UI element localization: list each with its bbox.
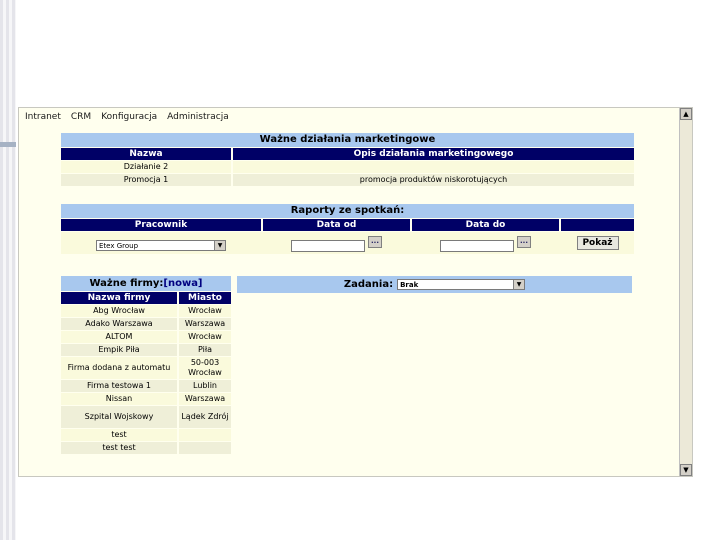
col-nazwa-firmy: Nazwa firmy bbox=[61, 292, 177, 304]
firm-city bbox=[179, 429, 231, 441]
vertical-scrollbar[interactable]: ▲ ▼ bbox=[679, 108, 692, 476]
table-cell: promocja produktów niskorotujących bbox=[233, 174, 634, 186]
menu-item-intranet[interactable]: Intranet bbox=[25, 112, 61, 122]
tasks-section: Zadania: Brak ▼ bbox=[237, 276, 632, 293]
show-cell: Pokaż bbox=[561, 236, 634, 250]
firm-name[interactable]: Nissan bbox=[61, 393, 177, 405]
date-to-picker-button[interactable]: ... bbox=[517, 236, 531, 248]
tasks-select-value: Brak bbox=[400, 281, 419, 289]
menu-item-konfiguracja[interactable]: Konfiguracja bbox=[101, 112, 157, 122]
tasks-label: Zadania: bbox=[343, 279, 394, 290]
table-row[interactable]: Abg Wrocław Wrocław bbox=[61, 305, 231, 317]
scroll-up-icon[interactable]: ▲ bbox=[680, 108, 692, 120]
col-data-do: Data do bbox=[412, 219, 559, 231]
firm-city: Piła bbox=[179, 344, 231, 356]
chevron-down-icon: ▼ bbox=[214, 240, 225, 250]
tasks-select[interactable]: Brak ▼ bbox=[397, 279, 526, 290]
col-opis: Opis działania marketingowego bbox=[233, 148, 634, 160]
table-cell bbox=[233, 161, 634, 173]
table-row[interactable]: Empik Piła Piła bbox=[61, 344, 231, 356]
firm-name[interactable]: Adako Warszawa bbox=[61, 318, 177, 330]
table-row[interactable]: Adako Warszawa Warszawa bbox=[61, 318, 231, 330]
col-data-od: Data od bbox=[263, 219, 410, 231]
firm-name[interactable]: Szpital Wojskowy bbox=[61, 406, 177, 428]
table-row[interactable]: Szpital Wojskowy Lądek Zdrój bbox=[61, 406, 231, 428]
firm-city: Lublin bbox=[179, 380, 231, 392]
firm-name[interactable]: Firma dodana z automatu bbox=[61, 357, 177, 379]
employee-cell: Etex Group ▼ bbox=[61, 236, 261, 251]
scroll-down-icon[interactable]: ▼ bbox=[680, 464, 692, 476]
firm-name[interactable]: Firma testowa 1 bbox=[61, 380, 177, 392]
firms-section: Ważne firmy:[nowa] Nazwa firmy Miasto Ab… bbox=[61, 276, 231, 454]
marketing-title: Ważne działania marketingowe bbox=[61, 133, 634, 147]
firms-title: Ważne firmy: bbox=[89, 278, 164, 289]
date-from-picker-button[interactable]: ... bbox=[368, 236, 382, 248]
firm-city: Wrocław bbox=[179, 305, 231, 317]
show-button[interactable]: Pokaż bbox=[576, 236, 619, 250]
firm-name[interactable]: Abg Wrocław bbox=[61, 305, 177, 317]
firm-city: Lądek Zdrój bbox=[179, 406, 231, 428]
firm-city: Warszawa bbox=[179, 393, 231, 405]
firm-name[interactable]: test bbox=[61, 429, 177, 441]
col-nazwa: Nazwa bbox=[61, 148, 231, 160]
reports-title: Raporty ze spotkań: bbox=[61, 204, 634, 218]
table-cell[interactable]: Promocja 1 bbox=[61, 174, 231, 186]
new-firm-link[interactable]: [nowa] bbox=[163, 278, 202, 289]
top-menu: Intranet CRM Konfiguracja Administracja bbox=[25, 112, 229, 122]
table-row[interactable]: test test bbox=[61, 442, 231, 454]
reports-section: Raporty ze spotkań: Pracownik Data od Da… bbox=[61, 204, 634, 254]
table-cell[interactable]: Działanie 2 bbox=[61, 161, 231, 173]
date-from-cell: ... bbox=[263, 234, 410, 252]
table-row[interactable]: ALTOM Wrocław bbox=[61, 331, 231, 343]
col-miasto: Miasto bbox=[179, 292, 231, 304]
date-to-input[interactable] bbox=[440, 240, 514, 252]
decorative-bar bbox=[0, 142, 16, 147]
firms-header: Ważne firmy:[nowa] bbox=[61, 276, 231, 291]
firm-city: 50-003 Wrocław bbox=[179, 357, 231, 379]
chevron-down-icon: ▼ bbox=[513, 280, 525, 289]
marketing-section: Ważne działania marketingowe Nazwa Opis … bbox=[61, 133, 634, 186]
firm-name[interactable]: ALTOM bbox=[61, 331, 177, 343]
date-to-cell: ... bbox=[412, 234, 559, 252]
decorative-stripes bbox=[0, 0, 16, 540]
firm-city: Warszawa bbox=[179, 318, 231, 330]
menu-item-administracja[interactable]: Administracja bbox=[167, 112, 229, 122]
table-row[interactable]: test bbox=[61, 429, 231, 441]
table-row[interactable]: Nissan Warszawa bbox=[61, 393, 231, 405]
col-pracownik: Pracownik bbox=[61, 219, 261, 231]
firm-city bbox=[179, 442, 231, 454]
col-empty bbox=[561, 219, 634, 231]
employee-select-value: Etex Group bbox=[99, 241, 139, 250]
firm-name[interactable]: test test bbox=[61, 442, 177, 454]
firm-name[interactable]: Empik Piła bbox=[61, 344, 177, 356]
employee-select[interactable]: Etex Group ▼ bbox=[96, 239, 226, 251]
table-row[interactable]: Firma dodana z automatu 50-003 Wrocław bbox=[61, 357, 231, 379]
tasks-header: Zadania: Brak ▼ bbox=[237, 276, 632, 293]
menu-item-crm[interactable]: CRM bbox=[71, 112, 91, 122]
date-from-input[interactable] bbox=[291, 240, 365, 252]
firms-list: Abg Wrocław Wrocław Adako Warszawa Warszawa… bbox=[61, 305, 231, 454]
firm-city: Wrocław bbox=[179, 331, 231, 343]
browser-window: Intranet CRM Konfiguracja Administracja … bbox=[18, 107, 693, 477]
table-row[interactable]: Firma testowa 1 Lublin bbox=[61, 380, 231, 392]
